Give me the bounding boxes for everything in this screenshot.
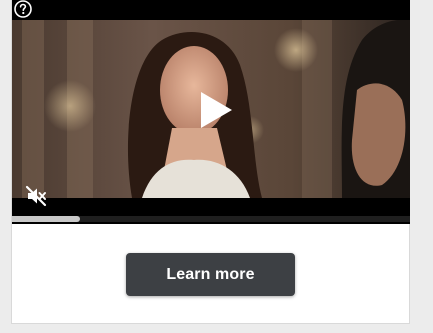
help-circle-icon[interactable] — [13, 0, 33, 19]
video-player[interactable] — [12, 0, 410, 224]
video-ad-card: Learn more — [11, 0, 410, 324]
play-icon[interactable] — [198, 90, 234, 130]
volume-muted-icon[interactable] — [24, 184, 48, 208]
video-progress-fill — [12, 216, 80, 222]
video-progress-bar[interactable] — [12, 216, 410, 222]
ad-page: Learn more — [0, 0, 433, 333]
video-top-bar — [12, 0, 410, 20]
learn-more-button[interactable]: Learn more — [126, 253, 295, 296]
